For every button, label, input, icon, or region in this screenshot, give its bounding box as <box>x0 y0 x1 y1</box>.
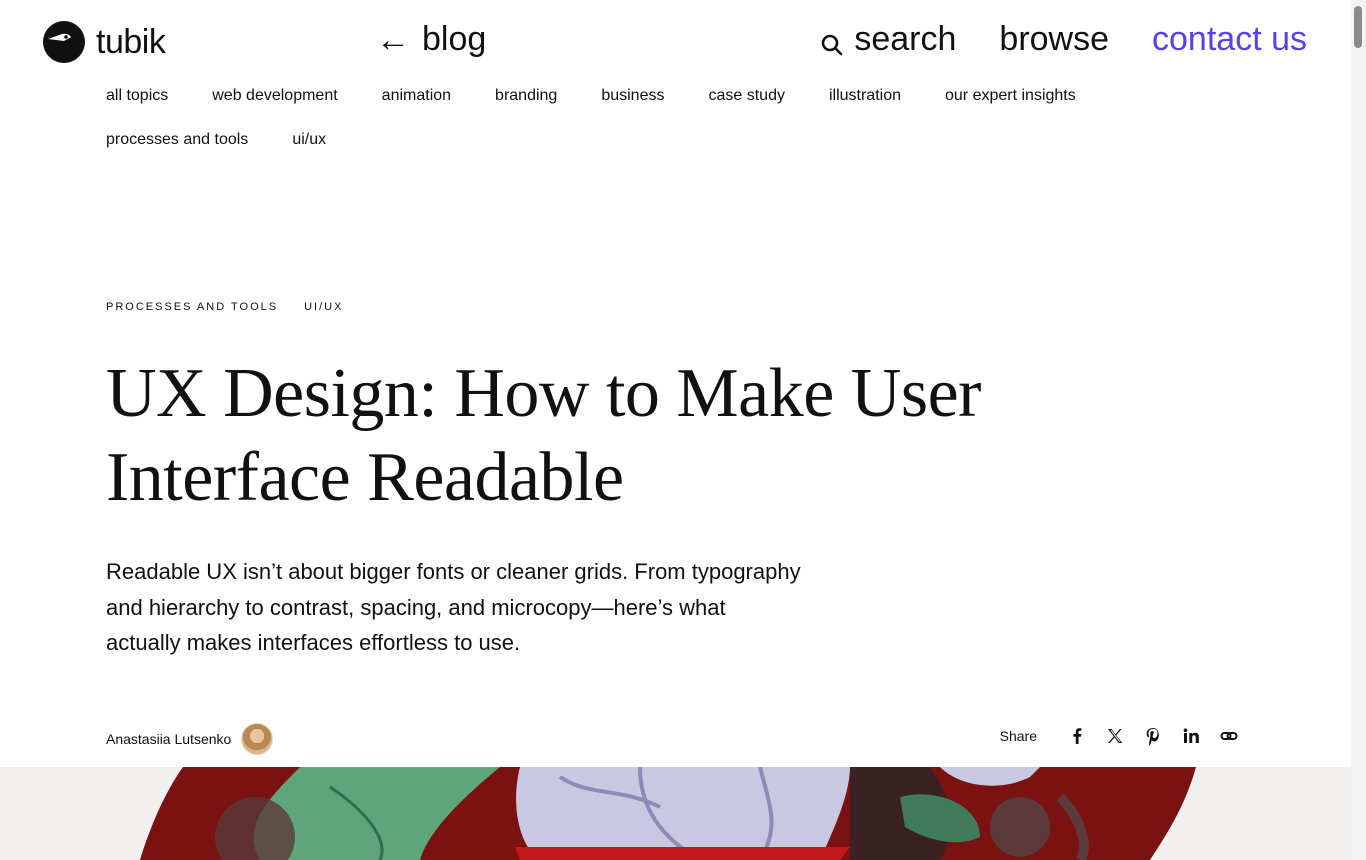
x-icon[interactable] <box>1105 726 1125 746</box>
pinterest-icon[interactable] <box>1143 726 1163 746</box>
arrow-left-icon: ← <box>376 20 410 59</box>
article-lead: Readable UX isn’t about bigger fonts or … <box>106 559 801 655</box>
logo-link[interactable]: tubik <box>42 20 166 64</box>
topic-illustration[interactable]: illustration <box>829 86 901 106</box>
topic-animation[interactable]: animation <box>382 86 451 106</box>
author-name[interactable]: Anastasiia Lutsenko <box>106 731 231 747</box>
back-link-label: blog <box>422 20 487 58</box>
article-title: UX Design: How to Make User Interface Re… <box>106 355 981 516</box>
topic-branding[interactable]: branding <box>495 86 557 106</box>
topic-case-study[interactable]: case study <box>708 86 784 106</box>
topic-our-expert-insights[interactable]: our expert insights <box>945 86 1076 106</box>
topic-web-development[interactable]: web development <box>212 86 337 106</box>
page-scrollbar[interactable] <box>1351 0 1366 860</box>
back-to-blog-link[interactable]: ← blog <box>376 20 486 59</box>
contact-us-link[interactable]: contact us <box>1152 20 1307 59</box>
topic-all-topics[interactable]: all topics <box>106 86 168 106</box>
logo-text: tubik <box>96 22 166 61</box>
linkedin-icon[interactable] <box>1181 726 1201 746</box>
author-info: Anastasiia Lutsenko <box>106 723 274 755</box>
scrollbar-thumb[interactable] <box>1354 6 1362 48</box>
facebook-icon[interactable] <box>1067 726 1087 746</box>
tag-processes-and-tools[interactable]: PROCESSES AND TOOLS <box>106 301 278 313</box>
topic-business[interactable]: business <box>601 86 664 106</box>
topic-ui-ux[interactable]: ui/ux <box>292 130 326 150</box>
topic-list: all topics web development animation bra… <box>106 86 1166 150</box>
article-tags: PROCESSES AND TOOLS UI/UX <box>106 301 343 313</box>
search-label: search <box>854 20 957 58</box>
share-bar: Share <box>1000 726 1239 746</box>
author-avatar[interactable] <box>241 723 274 755</box>
search-link[interactable]: search <box>820 20 956 59</box>
hero-illustration <box>0 767 1351 860</box>
share-label: Share <box>999 728 1037 744</box>
tag-ui-ux[interactable]: UI/UX <box>304 301 343 313</box>
copy-link-icon[interactable] <box>1219 726 1239 746</box>
topic-processes-and-tools[interactable]: processes and tools <box>106 130 248 150</box>
search-icon <box>822 34 843 55</box>
bird-logo-icon <box>43 21 85 63</box>
top-nav: search browse contact us <box>820 20 1307 59</box>
browse-link[interactable]: browse <box>999 20 1109 59</box>
